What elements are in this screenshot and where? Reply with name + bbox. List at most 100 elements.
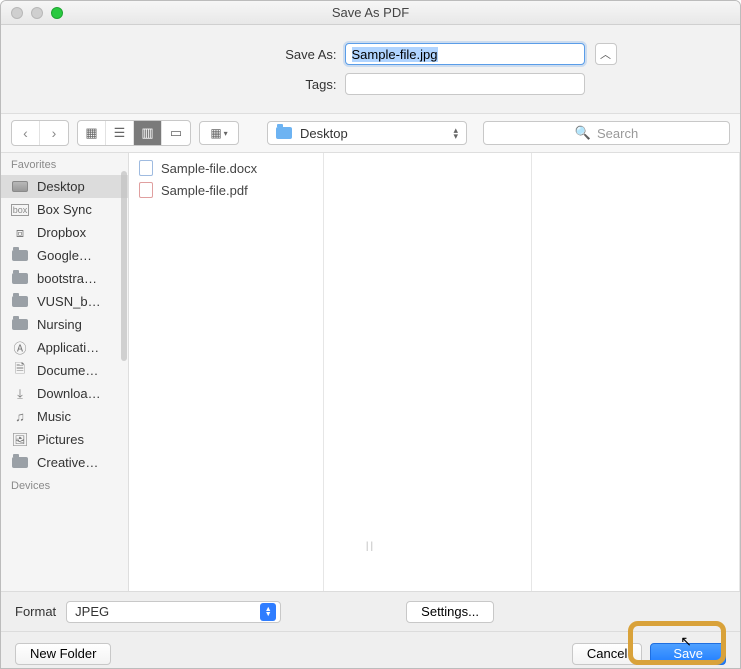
sidebar-item-label: Music xyxy=(37,409,71,424)
nav-back-forward: ‹ › xyxy=(11,120,69,146)
folder-icon xyxy=(11,456,29,470)
search-icon: 🔍 xyxy=(575,125,591,141)
column-view-button[interactable]: ▥ xyxy=(134,121,162,145)
folder-icon xyxy=(11,318,29,332)
sidebar-item[interactable]: Ⓐ Applicati… xyxy=(1,336,128,359)
gallery-icon: ▭ xyxy=(170,125,182,141)
sidebar-item[interactable]: Nursing xyxy=(1,313,128,336)
sidebar-item[interactable]: 🖼 Pictures xyxy=(1,428,128,451)
chevron-down-icon: ▾ xyxy=(224,129,228,138)
view-mode-group: ▦ ☰ ▥ ▭ xyxy=(77,120,191,146)
search-field[interactable]: 🔍 Search xyxy=(483,121,730,145)
window-title: Save As PDF xyxy=(1,5,740,20)
sidebar-item-label: Dropbox xyxy=(37,225,86,240)
updown-icon: ▴▾ xyxy=(453,127,458,139)
window-controls xyxy=(11,7,63,19)
sidebar-item-label: Pictures xyxy=(37,432,84,447)
folder-icon xyxy=(11,249,29,263)
forward-button[interactable]: › xyxy=(40,121,68,145)
format-combo[interactable]: JPEG ▲▼ xyxy=(66,601,281,623)
sidebar-item[interactable]: Desktop xyxy=(1,175,128,198)
saveas-label: Save As: xyxy=(125,47,345,62)
bottom-bar: New Folder Cancel Save xyxy=(1,631,740,669)
titlebar: Save As PDF xyxy=(1,1,740,25)
save-dialog: Save As PDF Save As: ︿ Tags: ‹ › ▦ ☰ ▥ ▭… xyxy=(0,0,741,669)
browser-toolbar: ‹ › ▦ ☰ ▥ ▭ ▦▾ Desktop ▴▾ 🔍 Search xyxy=(1,113,740,153)
sidebar-item-label: Nursing xyxy=(37,317,82,332)
sidebar-item-label: Creative… xyxy=(37,455,98,470)
sidebar-item[interactable]: VUSN_b… xyxy=(1,290,128,313)
sidebar-item[interactable]: ⤓ Downloa… xyxy=(1,382,128,405)
sidebar-scrollbar[interactable] xyxy=(121,171,127,361)
sidebar-item-label: Google… xyxy=(37,248,92,263)
list-view-button[interactable]: ☰ xyxy=(106,121,134,145)
group-icon: ▦ xyxy=(210,126,221,140)
file-column-2 xyxy=(324,153,532,591)
search-placeholder: Search xyxy=(597,126,638,141)
minimize-window-button[interactable] xyxy=(31,7,43,19)
sidebar-item[interactable]: box Box Sync xyxy=(1,198,128,221)
file-browser: Favorites Desktop box Box Sync ⧈ Dropbox Goog… xyxy=(1,153,740,591)
devices-header: Devices xyxy=(1,474,128,496)
save-form: Save As: ︿ Tags: xyxy=(1,25,740,113)
group-by-button[interactable]: ▦▾ xyxy=(199,121,239,145)
new-folder-button[interactable]: New Folder xyxy=(15,643,111,665)
sidebar-item[interactable]: Creative… xyxy=(1,451,128,474)
applications-icon: Ⓐ xyxy=(11,341,29,355)
downloads-icon: ⤓ xyxy=(11,387,29,401)
chevron-left-icon: ‹ xyxy=(23,125,28,141)
pictures-icon: 🖼 xyxy=(11,433,29,447)
file-name: Sample-file.pdf xyxy=(161,183,248,198)
docx-file-icon xyxy=(139,160,153,176)
sidebar-item[interactable]: ♫ Music xyxy=(1,405,128,428)
zoom-window-button[interactable] xyxy=(51,7,63,19)
tags-input[interactable] xyxy=(345,73,585,95)
list-icon: ☰ xyxy=(114,125,126,141)
updown-icon: ▲▼ xyxy=(260,603,276,621)
sidebar-item[interactable]: Google… xyxy=(1,244,128,267)
box-icon: box xyxy=(11,203,29,217)
folder-icon xyxy=(11,272,29,286)
chevron-right-icon: › xyxy=(52,125,57,141)
columns-icon: ▥ xyxy=(141,125,153,141)
location-label: Desktop xyxy=(300,126,348,141)
icon-view-button[interactable]: ▦ xyxy=(78,121,106,145)
format-label: Format xyxy=(15,604,56,619)
file-item[interactable]: Sample-file.pdf xyxy=(129,179,323,201)
settings-button[interactable]: Settings... xyxy=(406,601,494,623)
collapse-toggle-button[interactable]: ︿ xyxy=(595,43,617,65)
cancel-button[interactable]: Cancel xyxy=(572,643,642,665)
column-resize-handle[interactable]: || xyxy=(366,541,375,552)
sidebar-item[interactable]: ⧈ Dropbox xyxy=(1,221,128,244)
tags-label: Tags: xyxy=(125,77,345,92)
file-column-3 xyxy=(532,153,740,591)
folder-icon xyxy=(276,127,292,139)
format-bar: Format JPEG ▲▼ Settings... xyxy=(1,591,740,631)
back-button[interactable]: ‹ xyxy=(12,121,40,145)
sidebar-item-label: Downloa… xyxy=(37,386,101,401)
music-icon: ♫ xyxy=(11,410,29,424)
sidebar-item-label: VUSN_b… xyxy=(37,294,101,309)
file-name: Sample-file.docx xyxy=(161,161,257,176)
saveas-input[interactable] xyxy=(345,43,585,65)
pdf-file-icon xyxy=(139,182,153,198)
desktop-icon xyxy=(11,180,29,194)
favorites-header: Favorites xyxy=(1,153,128,175)
sidebar: Favorites Desktop box Box Sync ⧈ Dropbox Goog… xyxy=(1,153,129,591)
folder-icon xyxy=(11,295,29,309)
sidebar-item-label: Docume… xyxy=(37,363,98,378)
grid-icon: ▦ xyxy=(85,125,97,141)
sidebar-item[interactable]: bootstra… xyxy=(1,267,128,290)
coverflow-view-button[interactable]: ▭ xyxy=(162,121,190,145)
format-value: JPEG xyxy=(75,604,109,619)
save-button[interactable]: Save xyxy=(650,643,726,665)
sidebar-item-label: Desktop xyxy=(37,179,85,194)
location-popup[interactable]: Desktop ▴▾ xyxy=(267,121,467,145)
sidebar-item-label: Applicati… xyxy=(37,340,99,355)
sidebar-item-label: Box Sync xyxy=(37,202,92,217)
file-item[interactable]: Sample-file.docx xyxy=(129,157,323,179)
sidebar-item[interactable]: 🗎Docume… xyxy=(1,359,128,382)
chevron-up-icon: ︿ xyxy=(600,46,611,62)
close-window-button[interactable] xyxy=(11,7,23,19)
dropbox-icon: ⧈ xyxy=(11,226,29,240)
